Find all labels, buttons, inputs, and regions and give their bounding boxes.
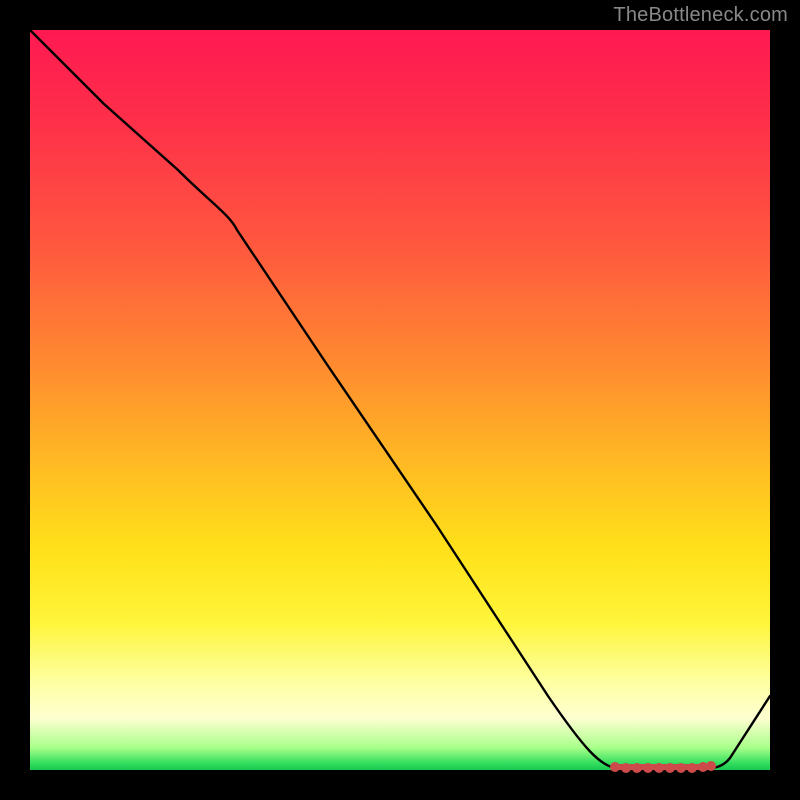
chart-frame: TheBottleneck.com <box>0 0 800 800</box>
marker-dot <box>643 763 653 773</box>
highlight-markers <box>610 761 716 773</box>
marker-dot <box>665 763 675 773</box>
marker-dot <box>654 763 664 773</box>
marker-dot <box>632 763 642 773</box>
plot-area <box>30 30 770 770</box>
attribution-label: TheBottleneck.com <box>613 4 788 27</box>
bottleneck-curve <box>30 30 770 769</box>
bottleneck-line-chart <box>30 30 770 770</box>
marker-dot <box>610 762 620 772</box>
marker-dot <box>676 763 686 773</box>
marker-dot <box>621 763 631 773</box>
marker-dot <box>706 761 716 771</box>
marker-dot <box>687 763 697 773</box>
